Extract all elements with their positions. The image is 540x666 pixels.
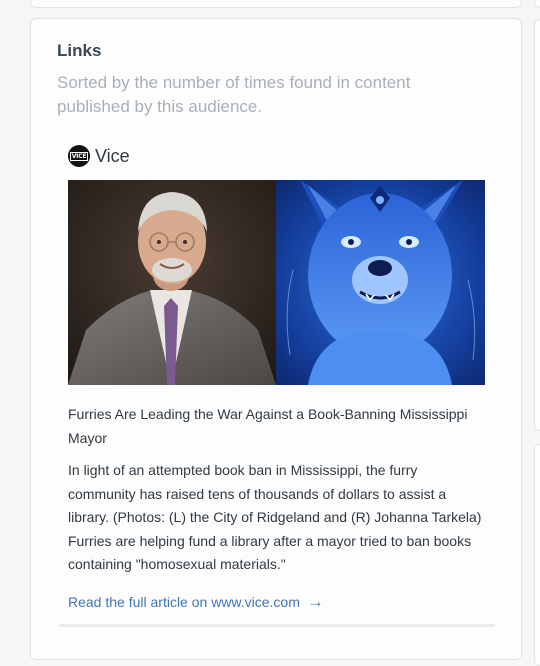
article-thumbnail[interactable] bbox=[68, 180, 485, 385]
card-title: Links bbox=[57, 41, 102, 60]
adjacent-card-top bbox=[534, 0, 540, 8]
divider bbox=[59, 624, 495, 627]
previous-card bbox=[30, 0, 522, 8]
read-full-article-label: Read the full article on www.vice.com bbox=[68, 594, 300, 610]
article-thumbnail-image bbox=[68, 180, 485, 385]
read-full-article-link[interactable]: Read the full article on www.vice.com → bbox=[68, 592, 324, 612]
source-name: Vice bbox=[95, 145, 130, 166]
adjacent-card-lower bbox=[534, 444, 540, 666]
link-source[interactable]: VICE Vice bbox=[68, 145, 130, 167]
vice-logo-text: VICE bbox=[69, 151, 89, 161]
links-card: Links Sorted by the number of times foun… bbox=[30, 18, 522, 660]
vice-logo-icon: VICE bbox=[68, 145, 90, 167]
card-subtitle: Sorted by the number of times found in c… bbox=[57, 73, 411, 116]
adjacent-card bbox=[534, 19, 540, 431]
arrow-right-icon: → bbox=[306, 592, 324, 611]
article-title[interactable]: Furries Are Leading the War Against a Bo… bbox=[68, 402, 478, 450]
article-description: In light of an attempted book ban in Mis… bbox=[68, 462, 482, 572]
